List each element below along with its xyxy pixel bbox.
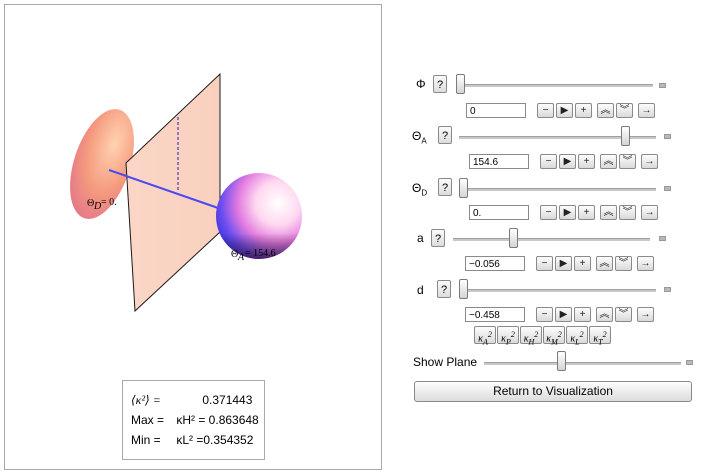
minus-icon[interactable]: − — [540, 205, 557, 220]
direction-icon[interactable]: → — [641, 154, 658, 169]
a-expand-icon[interactable] — [659, 236, 666, 241]
phi-value-field[interactable]: 0 — [466, 103, 526, 118]
direction-icon[interactable]: → — [637, 256, 654, 271]
d-slider-thumb[interactable] — [459, 279, 468, 299]
theta-a-expand-icon[interactable] — [664, 134, 671, 139]
minus-icon[interactable]: − — [540, 154, 557, 169]
theta-a-label: ΘA — [412, 129, 427, 146]
kappa-t-button[interactable]: κT2 — [589, 326, 611, 346]
show-plane-slider-track[interactable] — [484, 362, 681, 365]
kappa-m-button[interactable]: κM2 — [543, 326, 565, 346]
max-label: Max = — [131, 413, 165, 427]
theta-d-help-button[interactable]: ? — [438, 178, 452, 196]
a-value-field[interactable]: −0.056 — [465, 256, 525, 271]
slower-icon[interactable]: ︾ — [615, 307, 632, 322]
results-box: ⟨κ²⟩ = 0.371443 Max = κH² = 0.863648 Min… — [122, 380, 265, 460]
minus-icon[interactable]: − — [536, 307, 553, 322]
theta-a-slider-thumb[interactable] — [621, 126, 630, 146]
max-kappa-row: Max = κH² = 0.863648 — [131, 411, 259, 429]
plus-icon[interactable]: + — [578, 154, 595, 169]
theta-a-value-label: = 154.6 — [245, 248, 276, 259]
direction-icon[interactable]: → — [637, 307, 654, 322]
direction-icon[interactable]: → — [638, 103, 655, 118]
minus-icon[interactable]: − — [536, 256, 553, 271]
theta-d-slider-track[interactable] — [459, 188, 656, 191]
kappa-a-button[interactable]: κA2 — [474, 326, 496, 346]
phi-expand-icon[interactable] — [659, 83, 666, 88]
phi-help-button[interactable]: ? — [433, 75, 447, 93]
phi-slider-track[interactable] — [456, 84, 653, 87]
play-icon[interactable]: ▶ — [555, 256, 572, 271]
direction-icon[interactable]: → — [641, 205, 658, 220]
theta-d-slider-thumb[interactable] — [459, 178, 468, 198]
a-label: a — [417, 231, 424, 245]
plus-icon[interactable]: + — [578, 205, 595, 220]
play-icon[interactable]: ▶ — [556, 103, 573, 118]
mean-kappa-label: ⟨κ²⟩ = — [131, 393, 161, 407]
slower-icon[interactable]: ︾ — [615, 256, 632, 271]
theta-d-value-field[interactable]: 0. — [469, 205, 529, 220]
slower-icon[interactable]: ︾ — [619, 205, 636, 220]
show-plane-slider-thumb[interactable] — [557, 351, 566, 371]
max-value: κH² = 0.863648 — [176, 413, 259, 427]
play-icon[interactable]: ▶ — [559, 205, 576, 220]
d-slider-track[interactable] — [459, 289, 656, 292]
a-slider-thumb[interactable] — [509, 228, 518, 248]
d-help-button[interactable]: ? — [437, 280, 451, 298]
min-label: Min = — [131, 433, 161, 447]
faster-icon[interactable]: ︽ — [596, 256, 613, 271]
faster-icon[interactable]: ︽ — [596, 307, 613, 322]
show-plane-label: Show Plane — [413, 355, 478, 369]
play-icon[interactable]: ▶ — [555, 307, 572, 322]
theta-d-expand-icon[interactable] — [664, 186, 671, 191]
d-label: d — [417, 283, 424, 297]
min-value: κL² =0.354352 — [176, 433, 254, 447]
mean-kappa-value: 0.371443 — [202, 393, 253, 407]
theta-d-value-label: = 0. — [101, 197, 117, 208]
play-icon[interactable]: ▶ — [559, 154, 576, 169]
a-help-button[interactable]: ? — [431, 229, 445, 247]
kappa-h-button[interactable]: κH2 — [520, 326, 542, 346]
faster-icon[interactable]: ︽ — [600, 205, 617, 220]
minus-icon[interactable]: − — [537, 103, 554, 118]
faster-icon[interactable]: ︽ — [600, 154, 617, 169]
slower-icon[interactable]: ︾ — [619, 154, 636, 169]
kappa-p-button[interactable]: κP2 — [497, 326, 519, 346]
kappa-l-button[interactable]: κL2 — [566, 326, 588, 346]
theta-a-help-button[interactable]: ? — [438, 126, 452, 144]
min-kappa-row: Min = κL² =0.354352 — [131, 431, 253, 449]
a-slider-track[interactable] — [453, 238, 650, 241]
plus-icon[interactable]: + — [574, 307, 591, 322]
d-value-field[interactable]: −0.458 — [465, 307, 525, 322]
theta-a-value-field[interactable]: 154.6 — [469, 154, 529, 169]
theta-d-label: ΘD — [412, 181, 428, 198]
faster-icon[interactable]: ︽ — [597, 103, 614, 118]
sphere-shade — [216, 173, 302, 259]
plus-icon[interactable]: + — [575, 103, 592, 118]
slower-icon[interactable]: ︾ — [616, 103, 633, 118]
phi-slider-thumb[interactable] — [456, 74, 465, 94]
theta-a-sub: A — [237, 252, 245, 263]
phi-label: Φ — [416, 77, 426, 91]
show-plane-expand-icon[interactable] — [686, 360, 693, 365]
mean-kappa-row: ⟨κ²⟩ = 0.371443 — [131, 391, 252, 409]
return-to-visualization-button[interactable]: Return to Visualization — [414, 381, 692, 402]
d-expand-icon[interactable] — [664, 287, 671, 292]
plus-icon[interactable]: + — [574, 256, 591, 271]
